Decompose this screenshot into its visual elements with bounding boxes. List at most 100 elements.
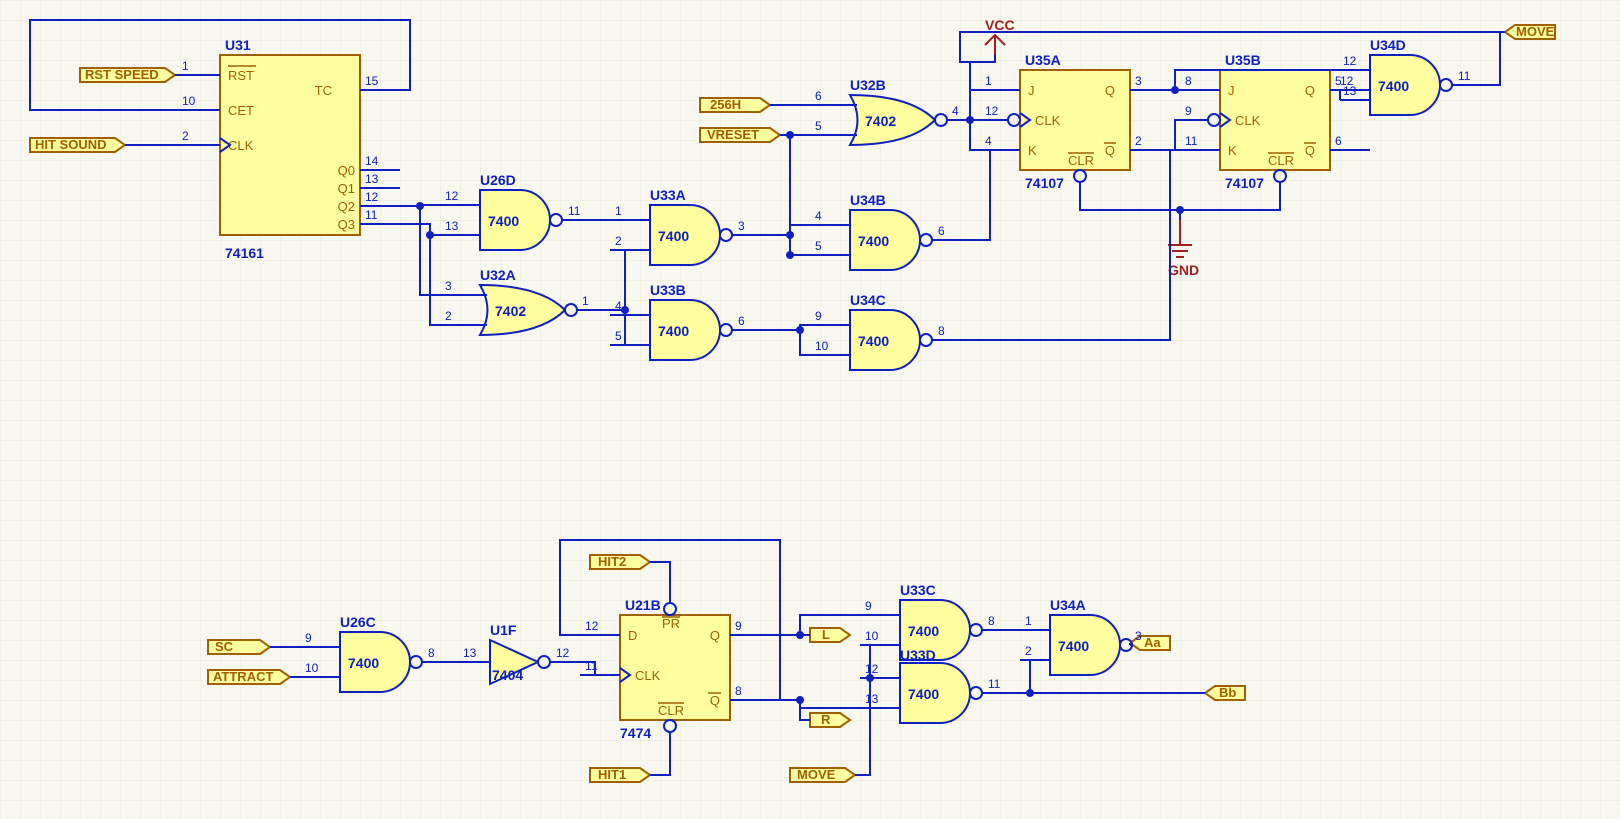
svg-text:6: 6 [738,314,745,328]
port-move: MOVE [1505,24,1555,39]
svg-text:74161: 74161 [225,245,264,261]
svg-text:RST: RST [228,68,254,83]
svg-text:13: 13 [463,646,477,660]
svg-text:U1F: U1F [490,622,517,638]
svg-text:J: J [1028,83,1035,98]
svg-text:7474: 7474 [620,725,651,741]
svg-text:12: 12 [1343,54,1357,68]
svg-text:5: 5 [815,239,822,253]
svg-text:1: 1 [985,74,992,88]
svg-text:VRESET: VRESET [707,127,759,142]
svg-text:Q3: Q3 [338,217,355,232]
svg-text:2: 2 [445,309,452,323]
svg-text:7400: 7400 [858,333,889,349]
svg-text:7400: 7400 [858,233,889,249]
svg-text:1: 1 [582,294,589,308]
svg-text:U34C: U34C [850,292,886,308]
svg-text:8: 8 [1185,74,1192,88]
svg-text:9: 9 [735,619,742,633]
svg-text:7400: 7400 [908,623,939,639]
svg-text:CLK: CLK [1035,113,1061,128]
svg-text:12: 12 [365,190,379,204]
svg-text:1: 1 [615,204,622,218]
svg-text:8: 8 [988,614,995,628]
svg-text:TC: TC [315,83,332,98]
port-hit1: HIT1 [590,767,650,782]
svg-text:HIT2: HIT2 [598,554,626,569]
svg-text:7400: 7400 [1378,78,1409,94]
svg-text:12: 12 [1340,74,1354,88]
svg-text:Q2: Q2 [338,199,355,214]
port-sc: SC [208,639,270,654]
svg-text:11: 11 [365,208,378,222]
svg-text:U32A: U32A [480,267,516,283]
svg-text:7400: 7400 [348,655,379,671]
svg-text:7404: 7404 [492,667,523,683]
svg-text:256H: 256H [710,97,741,112]
svg-text:ATTRACT: ATTRACT [213,669,273,684]
svg-text:10: 10 [865,629,879,643]
svg-text:3: 3 [1135,629,1142,643]
svg-text:5: 5 [815,119,822,133]
svg-text:7400: 7400 [658,228,689,244]
svg-text:U33C: U33C [900,582,936,598]
svg-text:U26C: U26C [340,614,376,630]
port-rst-speed: RST SPEED [80,67,175,82]
svg-text:K: K [1028,143,1037,158]
svg-text:6: 6 [815,89,822,103]
svg-text:VCC: VCC [985,17,1015,33]
svg-text:K: K [1228,143,1237,158]
svg-text:7400: 7400 [488,213,519,229]
svg-text:U33B: U33B [650,282,686,298]
svg-text:1: 1 [182,59,189,73]
svg-text:5: 5 [615,329,622,343]
svg-text:8: 8 [938,324,945,338]
svg-text:11: 11 [568,204,581,218]
svg-text:Q0: Q0 [338,163,355,178]
svg-text:9: 9 [865,599,872,613]
svg-text:Q: Q [1105,143,1115,158]
svg-text:2: 2 [182,129,189,143]
svg-text:RST SPEED: RST SPEED [85,67,159,82]
svg-text:U33A: U33A [650,187,686,203]
svg-text:U31: U31 [225,37,251,53]
svg-text:6: 6 [938,224,945,238]
svg-text:10: 10 [305,661,319,675]
svg-text:Aa: Aa [1144,635,1161,650]
svg-text:L: L [822,627,830,642]
svg-text:CET: CET [228,103,254,118]
svg-text:3: 3 [445,279,452,293]
svg-text:4: 4 [815,209,822,223]
svg-text:U32B: U32B [850,77,886,93]
svg-text:2: 2 [1135,134,1142,148]
svg-text:2: 2 [615,234,622,248]
svg-text:CLR: CLR [1268,153,1294,168]
svg-text:Q: Q [1105,83,1115,98]
svg-text:7400: 7400 [658,323,689,339]
svg-text:U34D: U34D [1370,37,1406,53]
svg-text:GND: GND [1168,262,1199,278]
svg-text:15: 15 [365,74,379,88]
svg-text:R: R [821,712,831,727]
svg-text:U26D: U26D [480,172,516,188]
svg-text:8: 8 [735,684,742,698]
svg-text:3: 3 [738,219,745,233]
svg-text:7400: 7400 [908,686,939,702]
svg-text:12: 12 [985,104,999,118]
svg-text:9: 9 [305,631,312,645]
svg-text:1: 1 [1025,614,1032,628]
svg-text:12: 12 [585,619,599,633]
svg-text:MOVE: MOVE [1516,24,1555,39]
svg-text:4: 4 [985,134,992,148]
svg-text:10: 10 [815,339,829,353]
svg-text:9: 9 [815,309,822,323]
port-hit2: HIT2 [590,554,650,569]
svg-text:CLK: CLK [228,138,254,153]
svg-text:7400: 7400 [1058,638,1089,654]
svg-text:CLK: CLK [1235,113,1261,128]
svg-text:74107: 74107 [1025,175,1064,191]
svg-text:10: 10 [182,94,196,108]
svg-text:13: 13 [865,692,879,706]
port-vreset: VRESET [700,127,780,142]
svg-text:2: 2 [1025,644,1032,658]
